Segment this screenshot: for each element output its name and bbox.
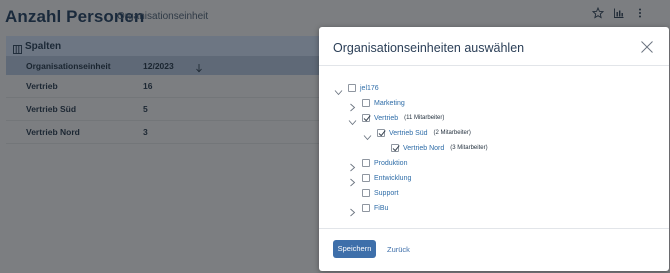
- close-icon[interactable]: [640, 40, 654, 54]
- tree-item-label: Support: [374, 189, 399, 197]
- tree-item-count: (2 Mitarbeiter): [433, 130, 471, 136]
- table-header: Organisationseinheit 12/2023: [6, 56, 320, 75]
- table-cell: Vertrieb Nord: [26, 127, 80, 137]
- table-cell: 5: [143, 104, 148, 114]
- checkbox-icon[interactable]: [348, 84, 356, 92]
- chevron-down-icon[interactable]: [363, 129, 372, 140]
- tree-item-vertrieb[interactable]: Vertrieb (11 Mitarbeiter): [348, 112, 445, 125]
- checkbox-icon[interactable]: [362, 204, 370, 212]
- dialog-divider: [319, 65, 669, 66]
- checkbox-icon[interactable]: [391, 144, 400, 152]
- table-row[interactable]: Vertrieb Süd 5: [6, 98, 320, 121]
- dialog-title: Organisationseinheiten auswählen: [333, 41, 525, 55]
- checkbox-icon[interactable]: [362, 174, 370, 182]
- table-cell: 16: [143, 81, 153, 91]
- tree-item-jel176[interactable]: jel176: [334, 82, 379, 95]
- tree-item-support[interactable]: Support: [362, 187, 399, 199]
- column-header-period[interactable]: 12/2023: [143, 61, 174, 71]
- chevron-down-icon[interactable]: [348, 114, 357, 125]
- more-vertical-icon[interactable]: [633, 7, 647, 21]
- table-cell: 3: [143, 127, 148, 137]
- tree-item-marketing[interactable]: Marketing: [348, 97, 405, 111]
- tree-item-fibu[interactable]: FiBu: [348, 202, 389, 216]
- chevron-right-icon[interactable]: [348, 99, 357, 111]
- tree-item-vertrieb-sued[interactable]: Vertrieb Süd (2 Mitarbeiter): [363, 127, 471, 140]
- tree-item-label: Vertrieb: [374, 114, 399, 122]
- columns-bar[interactable]: Spalten: [6, 36, 320, 56]
- checkbox-icon[interactable]: [362, 159, 370, 167]
- columns-icon: [13, 41, 22, 54]
- chevron-down-icon[interactable]: [334, 84, 343, 95]
- chevron-right-icon[interactable]: [348, 174, 357, 186]
- tree-item-count: (11 Mitarbeiter): [404, 115, 445, 121]
- save-button[interactable]: Speichern: [333, 240, 376, 258]
- tree-item-label: Vertrieb Nord: [403, 144, 445, 152]
- chevron-right-icon[interactable]: [348, 159, 357, 171]
- columns-label: Spalten: [25, 41, 62, 52]
- checkbox-icon[interactable]: [377, 129, 386, 137]
- select-units-dialog: Organisationseinheiten auswählen jel176 …: [319, 27, 669, 271]
- checkbox-icon[interactable]: [362, 99, 370, 107]
- back-button[interactable]: Zurück: [387, 245, 410, 254]
- star-icon[interactable]: [591, 6, 605, 21]
- column-header-unit[interactable]: Organisationseinheit: [26, 61, 111, 71]
- table-row[interactable]: Vertrieb 16: [6, 75, 320, 98]
- tree-item-label: Entwicklung: [374, 174, 412, 182]
- table-cell: Vertrieb Süd: [26, 104, 77, 114]
- checkbox-icon[interactable]: [362, 189, 370, 197]
- tree-item-label: jel176: [360, 84, 379, 92]
- checkbox-icon[interactable]: [362, 114, 371, 122]
- tree-item-label: FiBu: [374, 204, 389, 212]
- chart-icon[interactable]: [612, 7, 626, 21]
- footer-divider: [319, 228, 669, 229]
- tree-item-label: Vertrieb Süd: [389, 129, 428, 137]
- tree-item-count: (3 Mitarbeiter): [450, 145, 488, 151]
- tree-item-vertrieb-nord[interactable]: Vertrieb Nord (3 Mitarbeiter): [391, 142, 488, 154]
- tree-item-produktion[interactable]: Produktion: [348, 157, 408, 171]
- tree-item-label: Marketing: [374, 99, 405, 107]
- table-cell: Vertrieb: [26, 81, 58, 91]
- table-row[interactable]: Vertrieb Nord 3: [6, 121, 320, 144]
- tree-item-label: Produktion: [374, 159, 408, 167]
- page-subtitle: Organisationseinheit: [117, 11, 209, 22]
- data-table-panel: Spalten Organisationseinheit 12/2023 Ver…: [6, 36, 320, 151]
- chevron-right-icon[interactable]: [348, 204, 357, 216]
- tree-item-entwicklung[interactable]: Entwicklung: [348, 172, 412, 186]
